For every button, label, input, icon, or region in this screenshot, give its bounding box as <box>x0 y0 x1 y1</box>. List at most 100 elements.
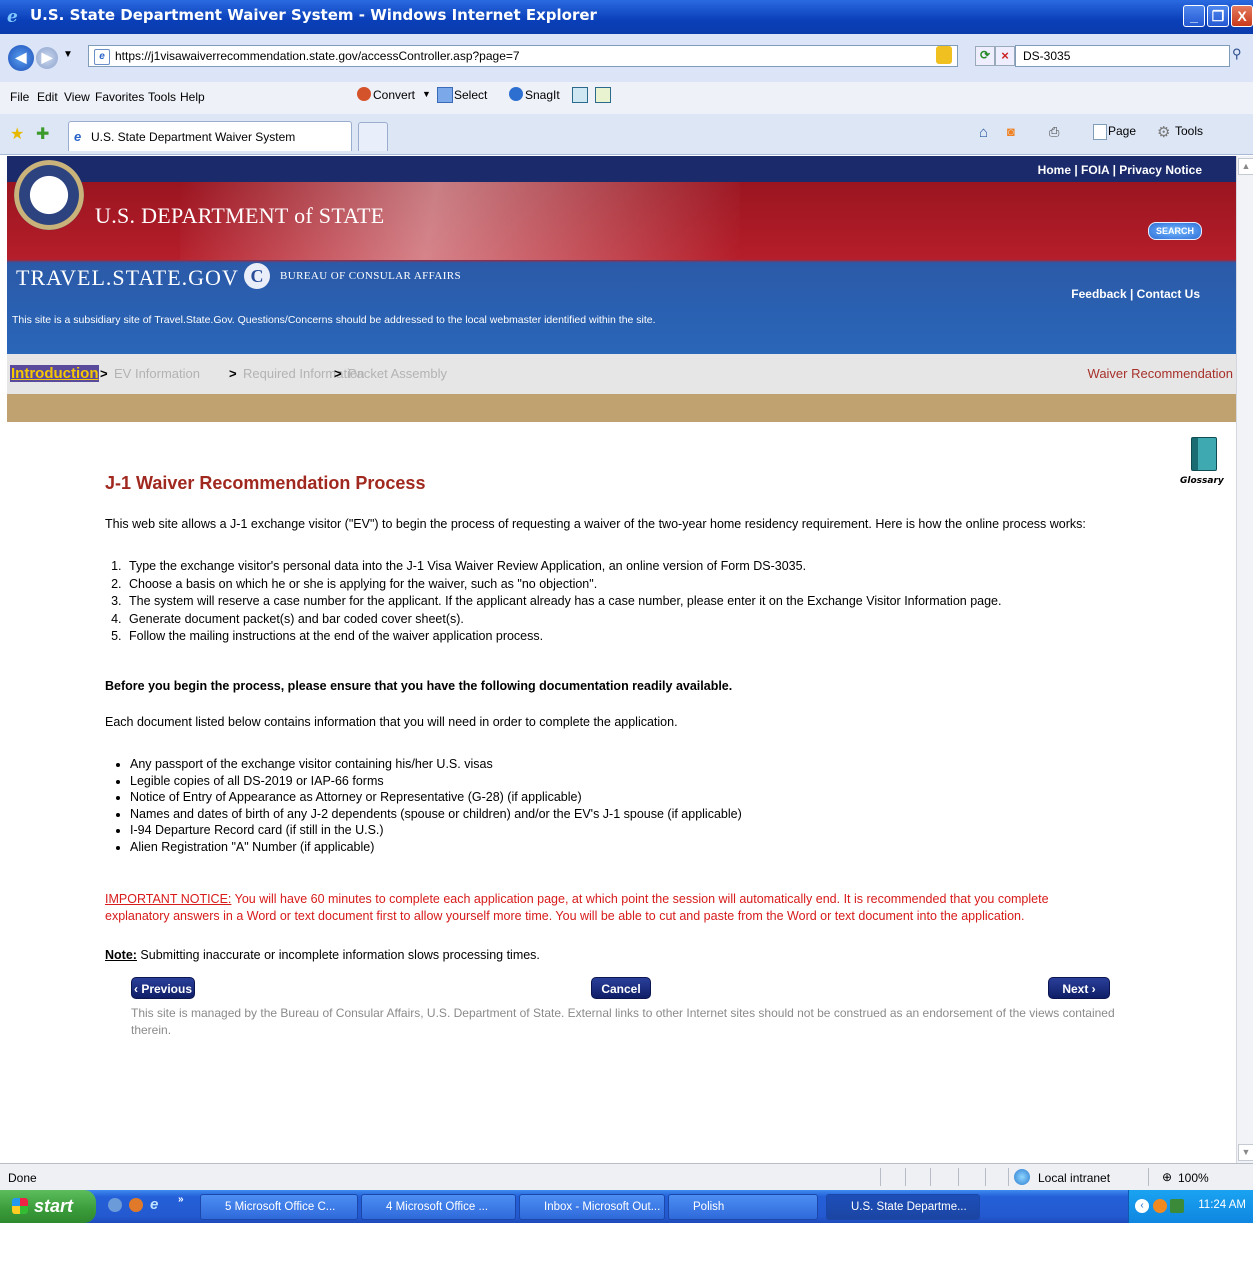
list-item: Notice of Entry of Appearance as Attorne… <box>130 789 742 806</box>
waiver-recommendation-label: Waiver Recommendation <box>1087 366 1233 381</box>
toolbar-select[interactable]: Select <box>454 88 487 102</box>
search-query[interactable]: DS-3035 <box>1023 49 1070 63</box>
list-item: Names and dates of birth of any J-2 depe… <box>130 806 742 823</box>
add-favorites-icon[interactable]: ✚ <box>36 124 49 144</box>
tab-state-department[interactable]: e U.S. State Department Waiver System <box>68 121 352 151</box>
menu-favorites[interactable]: Favorites <box>95 90 144 104</box>
security-zone[interactable]: Local intranet <box>1038 1171 1110 1185</box>
previous-button[interactable]: ‹ Previous <box>131 977 195 999</box>
windows-logo-icon <box>12 1198 28 1214</box>
menu-edit[interactable]: Edit <box>37 90 58 104</box>
taskbar-item[interactable]: Inbox - Microsoft Out... <box>519 1194 665 1220</box>
taskbar-item[interactable]: Polish <box>668 1194 818 1220</box>
system-tray: ‹ 11:24 AM <box>1128 1190 1253 1223</box>
address-bar[interactable]: e https://j1visawaiverrecommendation.sta… <box>88 45 958 67</box>
step-ev-information[interactable]: EV Information <box>114 366 200 381</box>
zoom-icon: ⊕ <box>1162 1170 1173 1184</box>
favorites-star-icon[interactable]: ★ <box>10 124 24 144</box>
next-button[interactable]: Next › <box>1048 977 1110 999</box>
glossary-book-icon[interactable] <box>1191 437 1217 471</box>
snagit-window-icon[interactable] <box>572 87 588 103</box>
back-icon[interactable]: ◀ <box>8 45 34 71</box>
site-search-button[interactable]: SEARCH <box>1148 222 1202 240</box>
quicklaunch-icon[interactable] <box>108 1198 122 1212</box>
processing-note: Note: Submitting inaccurate or incomplet… <box>105 948 540 962</box>
forward-icon[interactable]: ▶ <box>36 47 58 69</box>
close-button[interactable]: X <box>1231 5 1253 27</box>
minimize-button[interactable]: _ <box>1183 5 1205 27</box>
toolbar-snagit[interactable]: SnagIt <box>525 88 560 102</box>
status-divider <box>1148 1168 1149 1186</box>
step-required-information[interactable]: Required Information <box>243 366 364 381</box>
note-label: Note: <box>105 948 137 962</box>
required-documents: Any passport of the exchange visitor con… <box>110 756 742 855</box>
feedback-links[interactable]: Feedback | Contact Us <box>1071 287 1200 301</box>
important-notice: IMPORTANT NOTICE: You will have 60 minut… <box>105 891 1115 925</box>
footer-disclaimer: This site is managed by the Bureau of Co… <box>131 1006 1115 1037</box>
taskbar-item[interactable]: 5 Microsoft Office C... <box>200 1194 358 1220</box>
taskbar-item[interactable]: U.S. State Departme... <box>826 1194 980 1220</box>
quicklaunch-icon[interactable] <box>129 1198 143 1212</box>
history-dropdown-icon[interactable]: ▼ <box>63 49 73 60</box>
search-input[interactable]: DS-3035 <box>1015 45 1230 67</box>
scroll-down-icon[interactable]: ▼ <box>1238 1144 1253 1161</box>
list-item: Type the exchange visitor's personal dat… <box>125 558 1001 576</box>
process-steps: Type the exchange visitor's personal dat… <box>105 558 1001 646</box>
home-icon[interactable]: ⌂ <box>979 124 988 141</box>
site-logo[interactable]: TRAVEL.STATE.GOV <box>16 265 239 291</box>
page-menu[interactable]: Page <box>1108 124 1136 138</box>
snagit-capture-icon[interactable] <box>595 87 611 103</box>
tray-network-icon[interactable] <box>1170 1199 1184 1213</box>
lock-icon[interactable] <box>936 46 952 64</box>
menu-view[interactable]: View <box>64 90 90 104</box>
list-item: Any passport of the exchange visitor con… <box>130 756 742 773</box>
search-icon[interactable]: ⚲ <box>1232 46 1250 66</box>
tools-menu[interactable]: Tools <box>1175 124 1203 138</box>
select-icon <box>437 87 453 103</box>
tray-collapse-icon[interactable]: ‹ <box>1135 1199 1149 1213</box>
note-text: Submitting inaccurate or incomplete info… <box>136 948 540 962</box>
intranet-globe-icon <box>1014 1169 1030 1185</box>
cancel-button[interactable]: Cancel <box>591 977 651 999</box>
print-icon[interactable]: ⎙ <box>1049 124 1059 140</box>
before-begin-text: Before you begin the process, please ens… <box>105 679 733 693</box>
quicklaunch-more-icon[interactable]: » <box>178 1194 184 1205</box>
state-department-seal-icon <box>14 160 84 230</box>
taskbar-item[interactable]: 4 Microsoft Office ... <box>361 1194 516 1220</box>
tab-label[interactable]: U.S. State Department Waiver System <box>91 130 295 144</box>
menu-file[interactable]: File <box>10 90 29 104</box>
gear-icon: ⚙ <box>1157 124 1171 141</box>
window-title: U.S. State Department Waiver System - Wi… <box>30 6 597 24</box>
tab-ie-icon: e <box>74 129 82 144</box>
notice-label: IMPORTANT NOTICE: <box>105 892 232 906</box>
list-item: Legible copies of all DS-2019 or IAP-66 … <box>130 773 742 790</box>
step-packet-assembly[interactable]: Packet Assembly <box>348 366 447 381</box>
toolbar-convert[interactable]: Convert <box>373 88 415 102</box>
feeds-icon[interactable]: ◙ <box>1007 124 1015 139</box>
step-separator: > <box>100 366 108 381</box>
zoom-level[interactable]: 100% <box>1178 1171 1209 1185</box>
quicklaunch-ie-icon[interactable]: e <box>150 1196 158 1213</box>
address-url[interactable]: https://j1visawaiverrecommendation.state… <box>115 49 520 63</box>
stop-icon[interactable]: × <box>995 46 1015 66</box>
glossary-label[interactable]: Glossary <box>1180 476 1224 486</box>
scroll-up-icon[interactable]: ▲ <box>1238 158 1253 175</box>
new-tab-button[interactable] <box>358 122 388 151</box>
page-title: J-1 Waiver Recommendation Process <box>105 473 426 493</box>
each-document-text: Each document listed below contains info… <box>105 715 678 729</box>
status-divider <box>1008 1168 1009 1186</box>
clock[interactable]: 11:24 AM <box>1198 1199 1246 1211</box>
step-separator: > <box>334 366 342 381</box>
refresh-icon[interactable]: ⟳ <box>975 46 995 66</box>
maximize-button[interactable]: ❐ <box>1207 5 1229 27</box>
status-divider <box>880 1168 881 1186</box>
step-introduction[interactable]: Introduction <box>10 365 100 382</box>
tray-app-icon[interactable] <box>1153 1199 1167 1213</box>
menu-help[interactable]: Help <box>180 90 205 104</box>
menu-tools[interactable]: Tools <box>148 90 176 104</box>
list-item: Follow the mailing instructions at the e… <box>125 628 1001 646</box>
subsidiary-notice: This site is a subsidiary site of Travel… <box>12 314 656 326</box>
convert-dropdown-icon[interactable]: ▼ <box>422 89 431 99</box>
vertical-scrollbar[interactable]: ▲ ▼ <box>1236 156 1253 1163</box>
top-links[interactable]: Home | FOIA | Privacy Notice <box>1038 163 1202 177</box>
